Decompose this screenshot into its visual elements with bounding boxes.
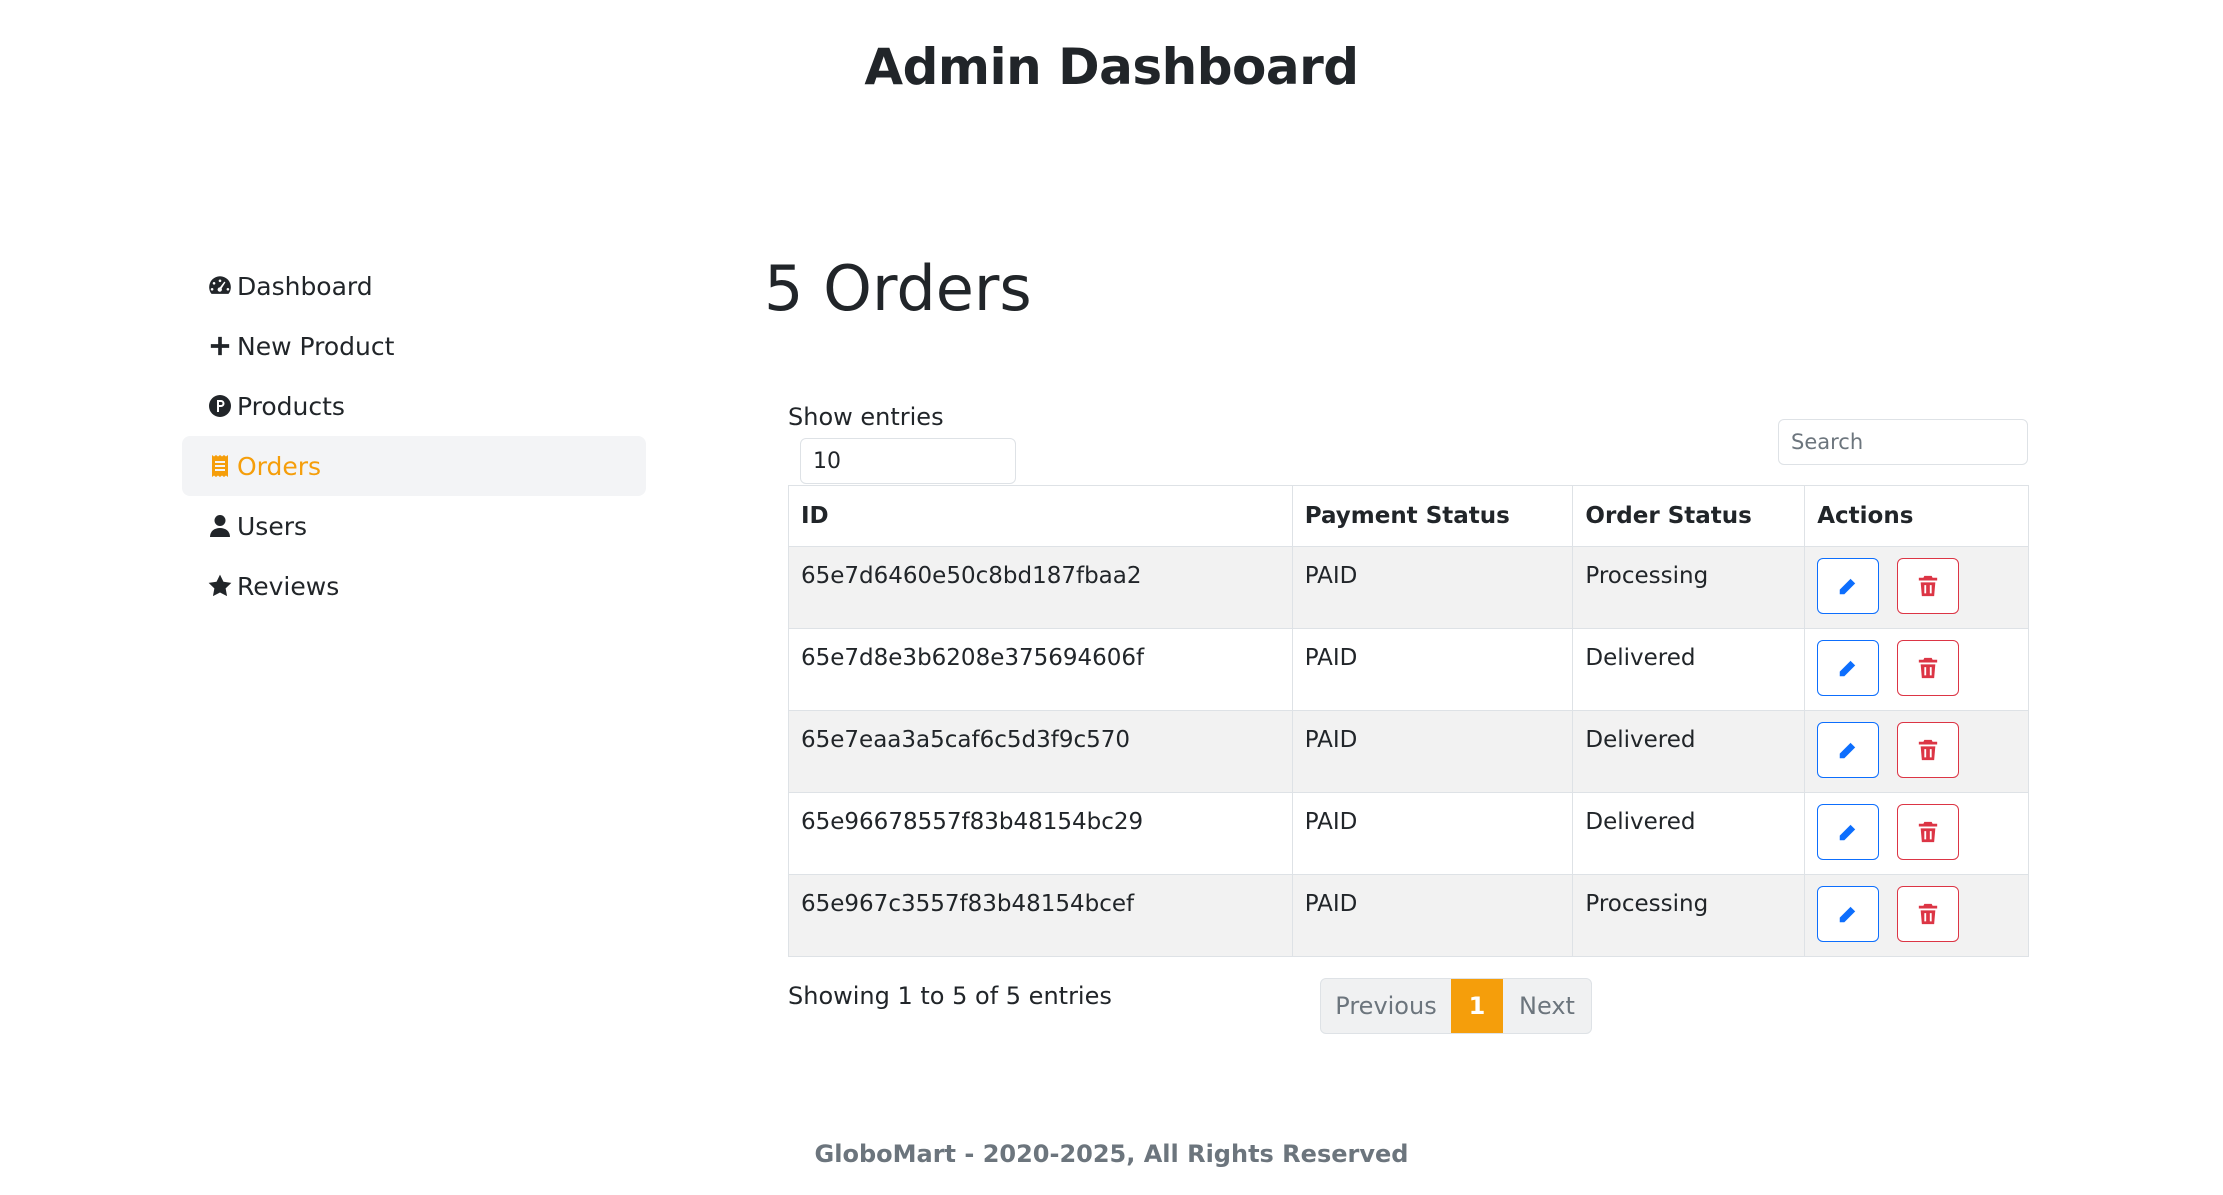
payment-status-cell: PAID — [1291, 628, 1574, 711]
order-id-cell: 65e7d8e3b6208e375694606f — [788, 628, 1293, 711]
actions-cell — [1804, 710, 2029, 793]
star-icon — [206, 573, 233, 600]
delete-order-button[interactable] — [1896, 804, 1959, 860]
pencil-icon — [1839, 577, 1857, 595]
order-status-cell: Delivered — [1572, 628, 1806, 711]
table-row: 65e7d8e3b6208e375694606f PAID Delivered — [788, 628, 2029, 711]
edit-order-button[interactable] — [1817, 558, 1880, 614]
pagination-next-button[interactable]: Next — [1503, 979, 1591, 1033]
sidebar-item-label: Users — [237, 511, 308, 541]
order-status-cell: Processing — [1572, 546, 1806, 629]
sidebar-item-label: Dashboard — [237, 271, 373, 301]
user-icon — [206, 513, 233, 540]
table-row: 65e967c3557f83b48154bcef PAID Processing — [788, 874, 2029, 957]
delete-order-button[interactable] — [1896, 722, 1959, 778]
sidebar-item-new-product[interactable]: New Product — [182, 316, 646, 376]
receipt-icon — [206, 453, 233, 480]
sidebar-item-label: New Product — [237, 331, 395, 361]
pencil-icon — [1839, 659, 1857, 677]
actions-cell — [1804, 874, 2029, 957]
table-row: 65e96678557f83b48154bc29 PAID Delivered — [788, 792, 2029, 875]
admin-page: Admin Dashboard Dashboard New Product Pr… — [0, 0, 2223, 1195]
trash-icon — [1918, 903, 1937, 925]
payment-status-cell: PAID — [1291, 792, 1574, 875]
sidebar-item-products[interactable]: Products — [182, 376, 646, 436]
pagination: Previous 1 Next — [1320, 978, 1592, 1034]
edit-order-button[interactable] — [1817, 886, 1880, 942]
pencil-icon — [1839, 823, 1857, 841]
trash-icon — [1918, 657, 1937, 679]
sidebar-item-orders[interactable]: Orders — [182, 436, 646, 496]
trash-icon — [1918, 821, 1937, 843]
orders-title: 5 Orders — [764, 252, 1032, 325]
table-row: 65e7d6460e50c8bd187fbaa2 PAID Processing — [788, 546, 2029, 629]
actions-cell — [1804, 628, 2029, 711]
product-icon — [206, 393, 233, 420]
order-status-cell: Processing — [1572, 874, 1806, 957]
trash-icon — [1918, 739, 1937, 761]
pagination-page-1[interactable]: 1 — [1451, 979, 1503, 1033]
delete-order-button[interactable] — [1896, 558, 1959, 614]
order-status-cell: Delivered — [1572, 710, 1806, 793]
delete-order-button[interactable] — [1896, 640, 1959, 696]
actions-cell — [1804, 546, 2029, 629]
sidebar-item-label: Orders — [237, 451, 322, 481]
order-status-cell: Delivered — [1572, 792, 1806, 875]
plus-icon — [206, 333, 233, 360]
column-header-payment-status[interactable]: Payment Status — [1291, 485, 1574, 547]
search-input[interactable] — [1778, 419, 2028, 465]
entries-per-page-select[interactable]: 10 — [800, 438, 1016, 484]
edit-order-button[interactable] — [1817, 640, 1880, 696]
sidebar-item-reviews[interactable]: Reviews — [182, 556, 646, 616]
gauge-icon — [206, 273, 233, 300]
payment-status-cell: PAID — [1291, 546, 1574, 629]
order-id-cell: 65e7d6460e50c8bd187fbaa2 — [788, 546, 1293, 629]
table-header-row: ID Payment Status Order Status Actions — [788, 485, 2029, 547]
sidebar-item-label: Reviews — [237, 571, 340, 601]
payment-status-cell: PAID — [1291, 874, 1574, 957]
column-header-order-status[interactable]: Order Status — [1572, 485, 1806, 547]
orders-table: ID Payment Status Order Status Actions 6… — [788, 485, 2029, 957]
sidebar: Dashboard New Product Products Orders Us… — [182, 256, 646, 616]
table-row: 65e7eaa3a5caf6c5d3f9c570 PAID Delivered — [788, 710, 2029, 793]
column-header-actions: Actions — [1804, 485, 2029, 547]
sidebar-item-label: Products — [237, 391, 345, 421]
order-id-cell: 65e96678557f83b48154bc29 — [788, 792, 1293, 875]
column-header-id[interactable]: ID — [788, 485, 1293, 547]
order-id-cell: 65e7eaa3a5caf6c5d3f9c570 — [788, 710, 1293, 793]
page-header-title: Admin Dashboard — [864, 38, 1359, 96]
sidebar-item-users[interactable]: Users — [182, 496, 646, 556]
show-entries-label: Show entries — [788, 403, 944, 431]
trash-icon — [1918, 575, 1937, 597]
sidebar-item-dashboard[interactable]: Dashboard — [182, 256, 646, 316]
actions-cell — [1804, 792, 2029, 875]
payment-status-cell: PAID — [1291, 710, 1574, 793]
edit-order-button[interactable] — [1817, 722, 1880, 778]
pencil-icon — [1839, 905, 1857, 923]
edit-order-button[interactable] — [1817, 804, 1880, 860]
order-id-cell: 65e967c3557f83b48154bcef — [788, 874, 1293, 957]
delete-order-button[interactable] — [1896, 886, 1959, 942]
pencil-icon — [1839, 741, 1857, 759]
table-info-text: Showing 1 to 5 of 5 entries — [788, 982, 1112, 1010]
pagination-previous-button[interactable]: Previous — [1321, 979, 1451, 1033]
footer-copyright: GloboMart - 2020-2025, All Rights Reserv… — [814, 1140, 1409, 1168]
